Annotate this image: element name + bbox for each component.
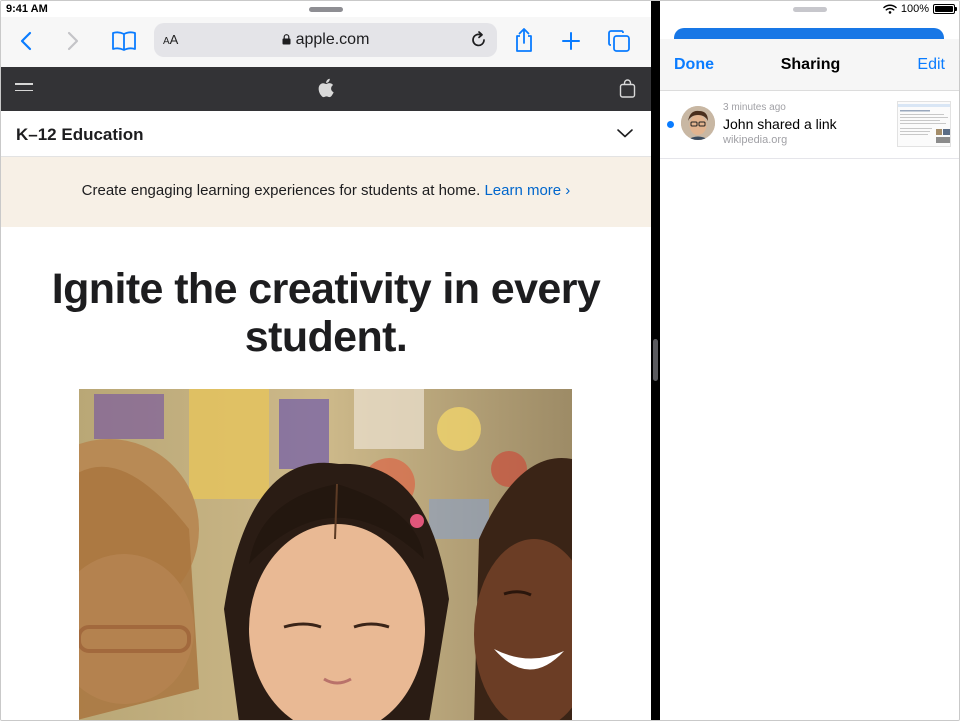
chevron-right-icon bbox=[67, 31, 79, 51]
wifi-icon bbox=[883, 4, 897, 14]
new-tab-button[interactable] bbox=[557, 27, 585, 55]
shared-title: John shared a link bbox=[723, 116, 837, 132]
banner-text: Create engaging learning experiences for… bbox=[81, 182, 481, 199]
section-subnav[interactable]: K–12 Education bbox=[1, 111, 651, 157]
lock-icon bbox=[282, 34, 291, 45]
promo-banner: Create engaging learning experiences for… bbox=[1, 157, 651, 227]
status-time: 9:41 AM bbox=[6, 3, 48, 15]
chevron-left-icon bbox=[20, 31, 32, 51]
safari-toolbar: AA apple.com bbox=[1, 17, 651, 67]
back-button[interactable] bbox=[12, 27, 40, 55]
multitasking-grabber[interactable] bbox=[309, 7, 343, 12]
apple-global-nav bbox=[1, 67, 651, 111]
apple-logo-icon[interactable] bbox=[317, 78, 334, 98]
sharing-header: Done Sharing Edit bbox=[660, 39, 959, 91]
webpage-preview-image bbox=[898, 102, 950, 146]
shared-domain: wikipedia.org bbox=[723, 134, 788, 146]
address-bar[interactable]: AA apple.com bbox=[154, 23, 497, 57]
shared-time: 3 minutes ago bbox=[723, 102, 786, 113]
status-indicators: 100% bbox=[883, 3, 957, 15]
avatar bbox=[681, 106, 715, 140]
edit-button[interactable]: Edit bbox=[917, 56, 945, 74]
split-view-handle[interactable] bbox=[653, 339, 658, 381]
safari-pane: 9:41 AM AA apple.com K–12 Education Crea… bbox=[1, 1, 651, 720]
url-display: apple.com bbox=[154, 31, 497, 49]
tabs-button[interactable] bbox=[605, 27, 633, 55]
share-button[interactable] bbox=[510, 26, 538, 54]
reload-icon[interactable] bbox=[469, 30, 489, 50]
chevron-down-icon[interactable] bbox=[616, 127, 634, 139]
ipad-screen: 9:41 AM AA apple.com K–12 Education Crea… bbox=[0, 0, 960, 721]
person-photo-image bbox=[681, 106, 715, 140]
multitasking-grabber-right[interactable] bbox=[793, 7, 827, 12]
shopping-bag-icon[interactable] bbox=[619, 79, 636, 98]
hero-photo bbox=[79, 389, 572, 720]
tabs-icon bbox=[608, 30, 630, 52]
plus-icon bbox=[562, 32, 580, 50]
battery-percent: 100% bbox=[900, 3, 929, 15]
link-thumbnail bbox=[897, 101, 951, 147]
hero-headline: Ignite the creativity in every student. bbox=[51, 265, 601, 361]
sharing-pane: 100% Done Sharing Edit 3 minutes ago Joh… bbox=[660, 1, 959, 720]
unread-indicator bbox=[667, 121, 674, 128]
list-item[interactable]: 3 minutes ago John shared a link wikiped… bbox=[660, 92, 959, 159]
menu-icon[interactable] bbox=[15, 83, 33, 95]
bookmarks-button[interactable] bbox=[110, 27, 138, 55]
share-icon bbox=[516, 28, 532, 52]
classroom-photo-image bbox=[79, 389, 572, 720]
book-icon bbox=[112, 31, 136, 51]
section-title: K–12 Education bbox=[16, 125, 144, 144]
battery-icon bbox=[933, 4, 957, 14]
forward-button[interactable] bbox=[59, 27, 87, 55]
learn-more-link[interactable]: Learn more › bbox=[484, 182, 570, 199]
url-domain: apple.com bbox=[295, 31, 370, 48]
sharing-title: Sharing bbox=[780, 56, 841, 73]
